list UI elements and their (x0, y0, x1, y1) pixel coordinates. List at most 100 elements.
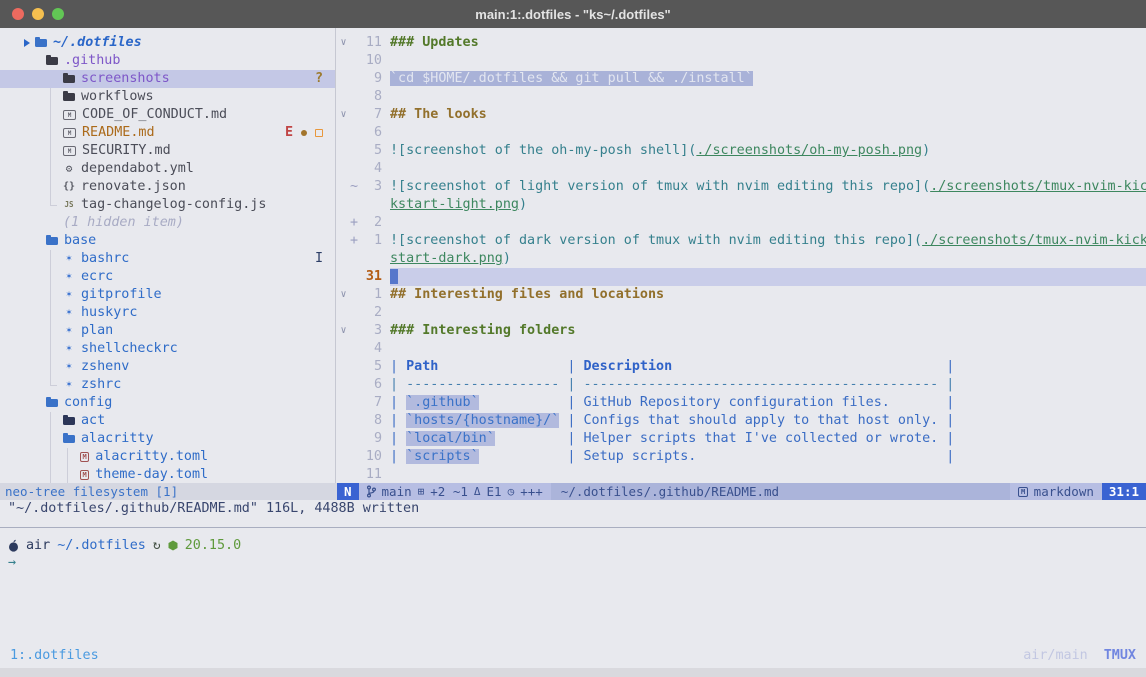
editor-line[interactable]: 5 ![screenshot of the oh-my-posh shell](… (337, 142, 1146, 160)
editor-line[interactable]: ∨7 ## The looks (337, 106, 1146, 124)
editor-line[interactable]: +2 (337, 214, 1146, 232)
tree-item-huskyrc[interactable]: ✶ huskyrc (0, 304, 335, 322)
dotfile-icon: ✶ (63, 286, 75, 304)
diff-icon: ⊞ (418, 483, 425, 500)
folder-icon (63, 75, 75, 83)
fold-icon[interactable]: ∨ (337, 286, 350, 304)
editor-pane[interactable]: ∨11 ### Updates 10 9 `cd $HOME/.dotfiles… (337, 28, 1146, 483)
fold-icon[interactable]: ∨ (337, 106, 350, 124)
editor-table-divider[interactable]: 6 | ------------------- | --------------… (337, 376, 1146, 394)
tree-item-alacritty[interactable]: alacritty (0, 430, 335, 448)
markdown-h3: ### Updates (390, 35, 479, 50)
tree-item-alacritty-toml[interactable]: M alacritty.toml (0, 448, 335, 466)
tree-item-renovate[interactable]: {} renovate.json (0, 178, 335, 196)
window-bottom-edge (0, 668, 1146, 677)
zoom-button[interactable] (52, 8, 64, 20)
tree-item-theme-day-toml[interactable]: M theme-day.toml (0, 466, 335, 483)
tree-item-code-of-conduct[interactable]: M CODE_OF_CONDUCT.md (0, 106, 335, 124)
editor-table-row[interactable]: 8 | `hosts/{hostname}/` | Configs that s… (337, 412, 1146, 430)
image-link[interactable]: ./screenshots/tmux-nvim-kic (930, 179, 1146, 194)
fold-icon[interactable]: ∨ (337, 34, 350, 52)
editor-line[interactable]: +1 ![screenshot of dark version of tmux … (337, 232, 1146, 250)
editor-line[interactable]: ∨11 ### Updates (337, 34, 1146, 52)
editor-line[interactable]: 8 (337, 88, 1146, 106)
tree-item-label: ecrc (81, 268, 113, 286)
markdown-h2: ## Interesting files and locations (390, 287, 664, 302)
tree-item-readme[interactable]: M README.md E (0, 124, 335, 142)
diagnostics-count: E1 (487, 483, 502, 500)
cursor-position: 31:1 (1102, 483, 1146, 500)
tree-item-dependabot[interactable]: ⚙ dependabot.yml (0, 160, 335, 178)
inline-code: `local/bin` (406, 431, 495, 446)
editor-table-header[interactable]: 5 | Path | Description | (337, 358, 1146, 376)
editor-table-row[interactable]: 10 | `scripts` | Setup scripts. | (337, 448, 1146, 466)
image-link[interactable]: ./screenshots/oh-my-posh.png (696, 143, 922, 158)
tmux-window-item[interactable]: 1:.dotfiles (10, 648, 99, 663)
editor-line[interactable]: 4 (337, 340, 1146, 358)
tmux-session-name: air/main (1023, 648, 1088, 663)
tree-item-act[interactable]: act (0, 412, 335, 430)
editor-line[interactable]: ∨1 ## Interesting files and locations (337, 286, 1146, 304)
vim-cmdline-message: "~/.dotfiles/.github/README.md" 116L, 44… (0, 500, 1146, 518)
node-version: 20.15.0 (185, 538, 241, 553)
dotfile-icon: ✶ (63, 250, 75, 268)
tree-item-gitprofile[interactable]: ✶ gitprofile (0, 286, 335, 304)
image-link[interactable]: ./screenshots/tmux-nvim-kick (922, 233, 1146, 248)
editor-line-wrap[interactable]: start-dark.png) (337, 250, 1146, 268)
editor-line[interactable]: 6 (337, 124, 1146, 142)
statusline-extra: +++ (520, 483, 543, 500)
editor-cursor-line[interactable]: 31 (337, 268, 1146, 286)
tree-item-shellcheckrc[interactable]: ✶ shellcheckrc (0, 340, 335, 358)
editor-line[interactable]: ~3 ![screenshot of light version of tmux… (337, 178, 1146, 196)
tree-item-base[interactable]: base (0, 232, 335, 250)
editor-table-row[interactable]: 9 | `local/bin` | Helper scripts that I'… (337, 430, 1146, 448)
markdown-h2: ## The looks (390, 107, 487, 122)
tree-item-label: screenshots (81, 70, 170, 88)
inline-code: `.github` (406, 395, 479, 410)
editor-line[interactable]: 9 `cd $HOME/.dotfiles && git pull && ./i… (337, 70, 1146, 88)
tree-item-label: plan (81, 322, 113, 340)
editor-table-row[interactable]: 7 | `.github` | GitHub Repository config… (337, 394, 1146, 412)
editor-line[interactable]: 10 (337, 52, 1146, 70)
git-refresh-icon: ↻ (153, 538, 161, 553)
mark-badge: I (315, 250, 323, 268)
shell-input-line[interactable]: → (8, 554, 16, 572)
folder-icon (63, 417, 75, 425)
tree-item-security[interactable]: M SECURITY.md (0, 142, 335, 160)
neotree-sidebar[interactable]: ~/.dotfiles .github screenshots ? workfl… (0, 28, 336, 483)
tree-item-zshenv[interactable]: ✶ zshenv (0, 358, 335, 376)
tmux-statusbar: 1:.dotfiles air/main TMUX (0, 645, 1146, 665)
shell-prompt: air ~/.dotfiles ↻ 20.15.0 (8, 536, 241, 554)
editor-line[interactable]: 11 (337, 466, 1146, 483)
tree-item-label: bashrc (81, 250, 129, 268)
minimize-button[interactable] (32, 8, 44, 20)
tree-item-config[interactable]: config (0, 394, 335, 412)
statusline-git-section: main ⊞ +2 ~1 Δ E1 ◷ +++ (359, 483, 551, 500)
tree-item-ecrc[interactable]: ✶ ecrc (0, 268, 335, 286)
dotfile-icon: ✶ (63, 358, 75, 376)
tree-item-tag-changelog[interactable]: JS tag-changelog-config.js (0, 196, 335, 214)
folder-icon (46, 57, 58, 65)
editor-line[interactable]: ∨3 ### Interesting folders (337, 322, 1146, 340)
tree-item-plan[interactable]: ✶ plan (0, 322, 335, 340)
editor-line[interactable]: 2 (337, 304, 1146, 322)
editor-line-wrap[interactable]: kstart-light.png) (337, 196, 1146, 214)
git-untracked-badge: ? (315, 70, 323, 88)
tree-item-github[interactable]: .github (0, 52, 335, 70)
gitsign-add: + (350, 232, 360, 250)
tree-item-root[interactable]: ~/.dotfiles (0, 34, 335, 52)
pane-divider[interactable] (0, 527, 1146, 528)
tree-item-zshrc[interactable]: ✶ zshrc (0, 376, 335, 394)
status-row: neo-tree filesystem [1] N main ⊞ +2 ~1 Δ… (0, 483, 1146, 500)
fold-icon[interactable]: ∨ (337, 322, 350, 340)
tree-item-screenshots[interactable]: screenshots ? (0, 70, 335, 88)
tree-item-workflows[interactable]: workflows (0, 88, 335, 106)
image-link[interactable]: start-dark.png (390, 251, 503, 266)
image-link[interactable]: kstart-light.png (390, 197, 519, 212)
json-file-icon: {} (63, 178, 75, 196)
filetype-section: M markdown (1010, 483, 1101, 500)
tree-item-bashrc[interactable]: ✶ bashrc I (0, 250, 335, 268)
close-button[interactable] (12, 8, 24, 20)
editor-line[interactable]: 4 (337, 160, 1146, 178)
tree-item-label: huskyrc (81, 304, 137, 322)
